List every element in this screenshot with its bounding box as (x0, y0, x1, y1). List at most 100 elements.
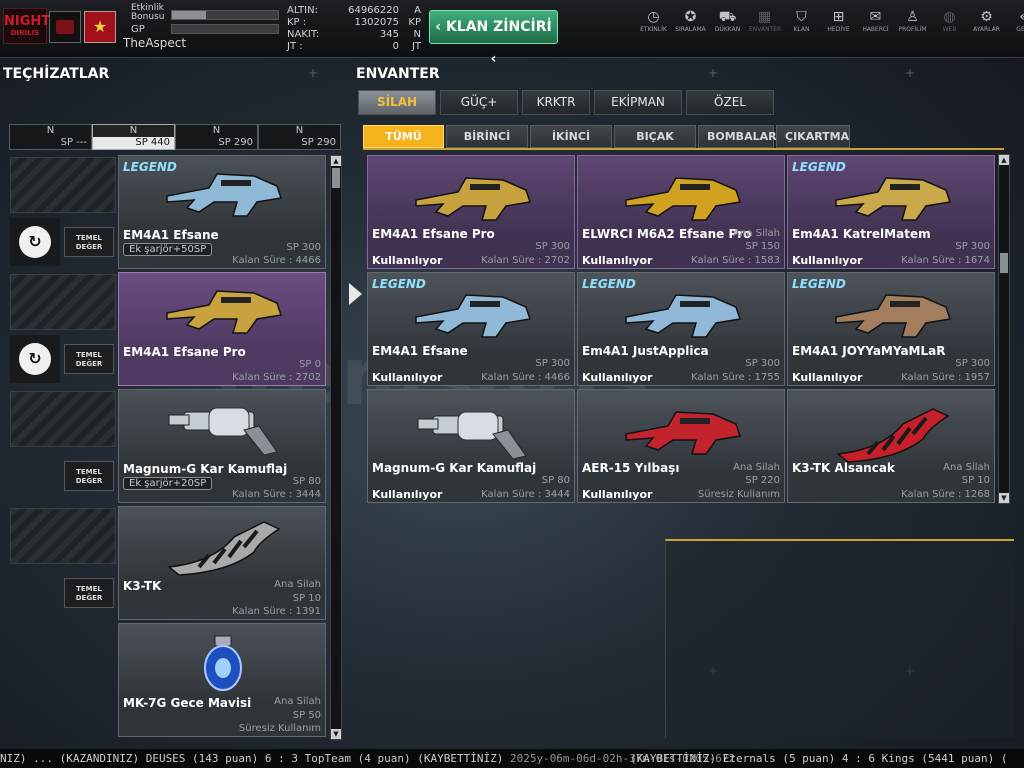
top-bar: NIGHT DIRILIS ★ Etkinlik Bonusu GP TheAsp… (0, 0, 1024, 67)
empty-slot-placeholder[interactable] (10, 274, 116, 330)
weapon-image (618, 404, 748, 464)
scroll-up-arrow-icon[interactable]: ▲ (999, 155, 1009, 165)
jt-value: 0 (392, 41, 399, 52)
equipped-weapon-card[interactable]: K3-TK Ana Silah SP 10 Kalan Süre : 1391 (118, 506, 326, 620)
tab-character[interactable]: KRKTR (522, 90, 590, 115)
base-value-button[interactable]: TEMEL DEĞER (64, 344, 114, 374)
inventory-grid: EM4A1 Efsane Pro SP 300 Kullanılıyor Kalan … (367, 155, 999, 505)
weapon-image (828, 287, 958, 347)
equipment-row: ↻ TEMEL DEĞER LEGEND EM4A1 Efsane Ek şarjör+… (9, 155, 327, 269)
inventory-item-card[interactable]: LEGEND EM4A1 JOYYaMYaMLaR SP 300 Kullanılıy… (787, 272, 995, 386)
nav-event[interactable]: ◷ ETKİNLİK (638, 8, 669, 33)
in-use-status: Kullanılıyor (372, 371, 443, 384)
tab-special[interactable]: ÖZEL (686, 90, 774, 115)
settings-icon: ⚙ (980, 9, 993, 25)
inventory-item-card[interactable]: LEGEND EM4A1 Efsane SP 300 Kullanılıyor Kala… (367, 272, 575, 386)
nav-gift[interactable]: ⊞ HEDİYE (823, 8, 854, 33)
subtab-primary[interactable]: BİRİNCİ (446, 125, 528, 148)
empty-slot-placeholder[interactable] (10, 391, 116, 447)
empty-slot-placeholder[interactable] (10, 508, 116, 564)
kp-value: 1302075 (354, 17, 399, 28)
equipment-row: MK-7G Gece Mavisi Ana Silah SP 50 Süresiz K… (9, 623, 327, 737)
tab-power[interactable]: GÜÇ+ (440, 90, 518, 115)
subtab-knife[interactable]: BIÇAK (614, 125, 696, 148)
nav-inventory[interactable]: ▦ ENVANTER (749, 8, 781, 33)
equipped-weapon-card[interactable]: MK-7G Gece Mavisi Ana Silah SP 50 Süresiz K… (118, 623, 326, 737)
subtab-all[interactable]: TÜMÜ (363, 125, 444, 148)
weapon-sp: SP 80 (292, 476, 321, 487)
nav-shop[interactable]: ⛟ DÜKKAN (712, 8, 743, 33)
remaining-time: Süresiz Kullanım (697, 489, 780, 500)
scroll-thumb[interactable] (1000, 253, 1008, 273)
scroll-thumb[interactable] (332, 168, 340, 188)
scroll-down-arrow-icon[interactable]: ▼ (999, 493, 1009, 503)
inventory-item-card[interactable]: EM4A1 Efsane Pro SP 300 Kullanılıyor Kalan … (367, 155, 575, 269)
weapon-image (618, 170, 748, 230)
tab-equipment[interactable]: EKİPMAN (594, 90, 682, 115)
empty-slot-placeholder[interactable] (10, 157, 116, 213)
clan-emblem-icon[interactable] (49, 11, 81, 43)
weapon-slot-type: Ana Silah (733, 462, 780, 473)
inventory-item-card[interactable]: K3-TK Alsancak Ana Silah SP 10 Kalan Süre :… (787, 389, 995, 503)
bonus-progress-bar (171, 10, 279, 20)
loadout-slot-tab[interactable]: N SP 290 (175, 124, 258, 150)
nav-web[interactable]: ◍ WEB (934, 8, 965, 33)
inventory-item-card[interactable]: AER-15 Yılbaşı Ana Silah SP 220 Kullanılıyo… (577, 389, 785, 503)
weapon-image (159, 634, 289, 698)
inventory-item-card[interactable]: Magnum-G Kar Kamuflaj SP 80 Kullanılıyor Ka… (367, 389, 575, 503)
nav-messenger[interactable]: ✉ HABERCİ (860, 8, 891, 33)
base-value-button[interactable]: TEMEL DEĞER (64, 227, 114, 257)
clan-logo: NIGHT DIRILIS (3, 8, 50, 44)
base-value-button[interactable]: TEMEL DEĞER (64, 578, 114, 608)
scroll-down-arrow-icon[interactable]: ▼ (331, 729, 341, 739)
nav-settings[interactable]: ⚙ AYARLAR (971, 8, 1002, 33)
weapon-sp: SP 50 (292, 710, 321, 721)
equipped-weapon-card[interactable]: EM4A1 Efsane Pro SP 0 Kalan Süre : 2702 (118, 272, 326, 386)
gift-icon: ⊞ (832, 9, 845, 25)
weapon-name: AER-15 Yılbaşı (582, 461, 680, 475)
inventory-icon: ▦ (757, 9, 772, 25)
weapon-image (618, 287, 748, 347)
in-use-status: Kullanılıyor (582, 254, 653, 267)
equipped-weapon-card[interactable]: LEGEND EM4A1 Efsane Ek şarjör+50SP SP 300 Ka… (118, 155, 326, 269)
weapon-slot-type: Ana Silah (274, 696, 321, 707)
subtab-grenades[interactable]: BOMBALAR (698, 125, 777, 148)
nav-back[interactable]: «GERİ (1008, 8, 1024, 33)
logo-subtext: DIRILIS (10, 29, 40, 37)
cash-value: 345 (379, 29, 399, 40)
inventory-scrollbar[interactable]: ▲ ▼ (998, 154, 1010, 504)
inventory-item-card[interactable]: LEGEND Em4A1 KatrelMatem SP 300 Kullanılıyo… (787, 155, 995, 269)
nav-ranking[interactable]: ✪ SIRALAMA (675, 8, 706, 33)
ticker-left: NIZ) ... (KAZANDINIZ) DEUSES (143 puan) … (0, 752, 736, 765)
in-use-status: Kullanılıyor (792, 371, 863, 384)
equipped-weapon-card[interactable]: Magnum-G Kar Kamuflaj Ek şarjör+20SP SP 80… (118, 389, 326, 503)
remaining-time: Kalan Süre : 1268 (901, 489, 990, 500)
tab-weapon[interactable]: SİLAH (358, 90, 436, 115)
reload-upgrade-icon[interactable]: ↻ (10, 335, 60, 383)
subtab-secondary[interactable]: İKİNCİ (530, 125, 612, 148)
remaining-time: Kalan Süre : 2702 (232, 372, 321, 383)
loadout-slot-tab[interactable]: N SP --- (9, 124, 92, 150)
subtab-stickers[interactable]: ÇIKARTMA (776, 125, 850, 148)
weapon-sp: SP 300 (745, 358, 780, 369)
weapon-slot-type: Ana Silah (943, 462, 990, 473)
inventory-item-card[interactable]: LEGEND Em4A1 JustApplica SP 300 Kullanılıyo… (577, 272, 785, 386)
weapon-name: EM4A1 JOYYaMYaMLaR (792, 344, 946, 358)
deco-plus: + (708, 66, 719, 80)
deco-plus: + (308, 66, 319, 80)
selection-pointer-icon (349, 283, 362, 305)
deco-plus: + (905, 66, 916, 80)
reload-upgrade-icon[interactable]: ↻ (10, 218, 60, 266)
scroll-up-arrow-icon[interactable]: ▲ (331, 156, 341, 166)
loadout-slot-tab[interactable]: N SP 440 (92, 124, 175, 150)
nav-clan[interactable]: ⛉ KLAN (786, 8, 817, 33)
weapon-image (828, 404, 958, 464)
remaining-time: Kalan Süre : 1957 (901, 372, 990, 383)
base-value-button[interactable]: TEMEL DEĞER (64, 461, 114, 491)
equipment-scrollbar[interactable]: ▲ ▼ (330, 155, 342, 740)
gp-label: GP (131, 24, 145, 35)
loadout-slot-tab[interactable]: N SP 290 (258, 124, 341, 150)
inventory-item-card[interactable]: ELWRCI M6A2 Efsane Pro Ana Silah SP 150 Kul… (577, 155, 785, 269)
nav-profile[interactable]: ♙ PROFİLİM (897, 8, 928, 33)
clan-chain-button[interactable]: ‹ KLAN ZİNCİRİ ‹ (429, 10, 558, 67)
